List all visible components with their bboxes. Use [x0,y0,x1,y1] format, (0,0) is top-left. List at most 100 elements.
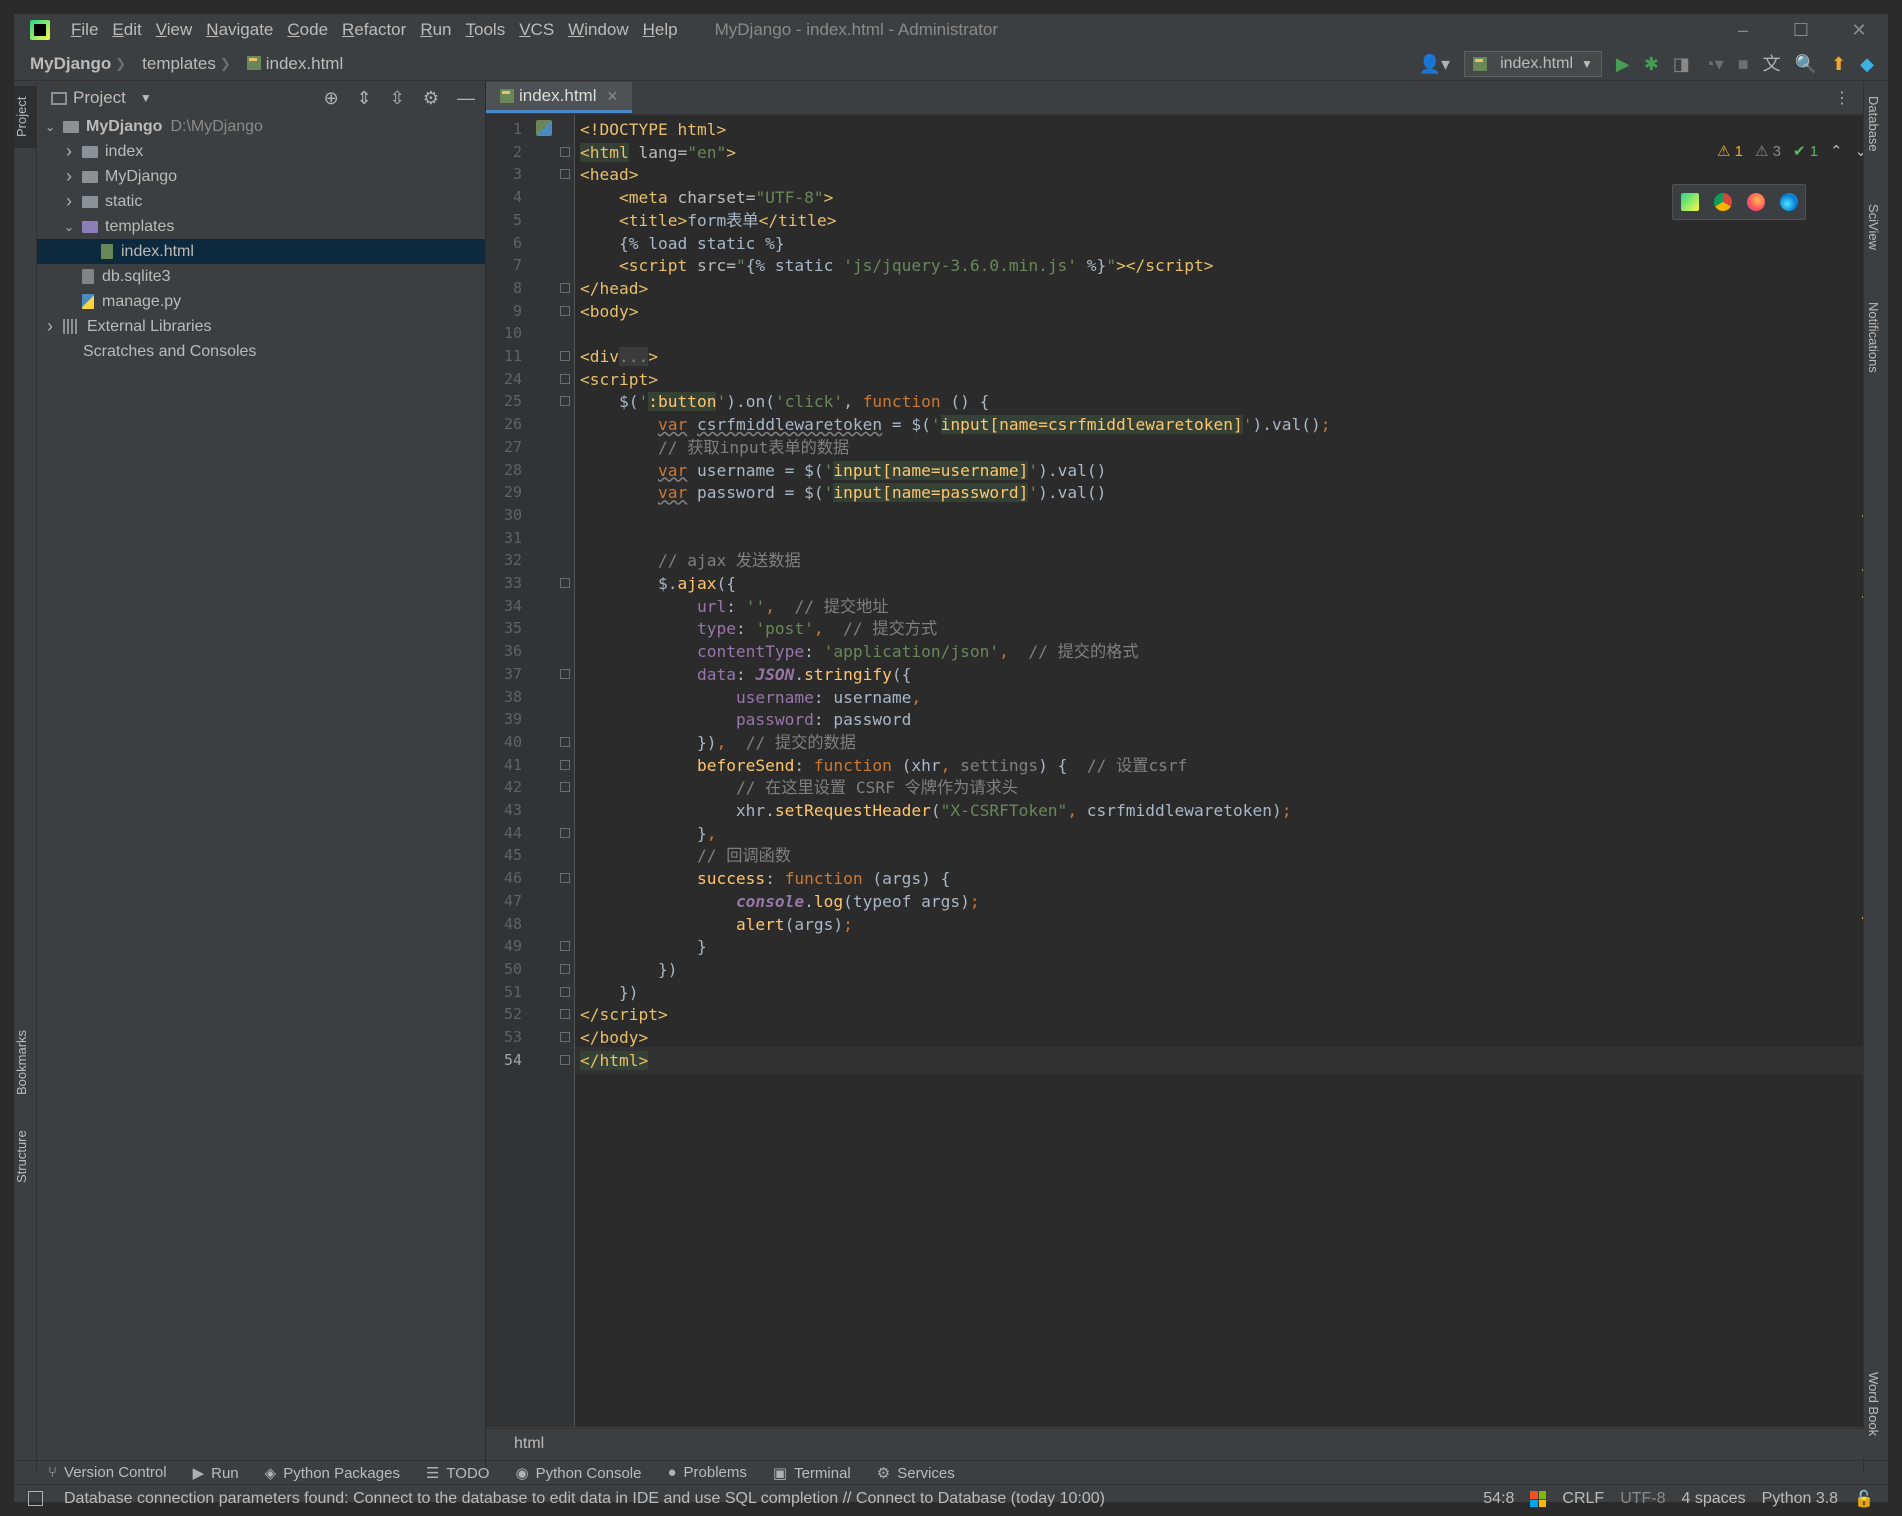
translate-icon[interactable]: 文 [1763,55,1781,73]
fold-marker-icon[interactable] [560,986,570,997]
tool-window-problems[interactable]: ● Problems [667,1464,746,1481]
code-with-me-icon[interactable]: ◆ [1860,55,1874,73]
code-line[interactable]: </html> [580,1047,649,1075]
status-message[interactable]: Database connection parameters found: Co… [64,1490,1105,1508]
tree-item[interactable]: › External Libraries [37,314,485,339]
tree-item[interactable]: ⌄ templates [37,214,485,239]
search-icon[interactable]: 🔍 [1795,55,1817,73]
fold-marker-icon[interactable] [560,169,570,180]
fold-marker-icon[interactable] [560,1032,570,1042]
profile-icon[interactable]: ◔▾ [1704,55,1724,73]
editor-tab-index-html[interactable]: index.html ✕ [486,82,633,113]
tree-item[interactable]: › static [37,189,485,214]
fold-marker-icon[interactable] [560,963,570,974]
close-icon[interactable]: ✕ [1830,14,1888,46]
locate-icon[interactable]: ⊕ [324,88,339,109]
tool-window-terminal[interactable]: ▣ Terminal [773,1464,851,1482]
maximize-icon[interactable]: ☐ [1772,14,1830,46]
debug-icon[interactable]: ✱ [1644,55,1659,73]
fold-marker-icon[interactable] [560,827,570,838]
menu-help[interactable]: Help [636,20,685,40]
editor-breadcrumb-html[interactable]: html [514,1435,544,1452]
chevron-right-icon[interactable]: › [43,316,57,337]
tree-item[interactable]: db.sqlite3 [37,264,485,289]
menu-code[interactable]: Code [280,20,335,40]
run-configuration-select[interactable]: index.html ▼ [1464,51,1602,77]
run-icon[interactable]: ▶ [1616,55,1630,73]
fold-marker-icon[interactable] [560,736,570,747]
fold-marker-icon[interactable] [560,1054,570,1065]
code-line[interactable]: var password = $('input[name=password]')… [580,479,1106,507]
breadcrumb-folder[interactable]: templates [126,54,216,74]
fold-marker-icon[interactable] [560,351,570,361]
fold-marker-icon[interactable] [560,282,570,293]
close-tab-icon[interactable]: ✕ [606,88,618,105]
code-line[interactable]: <body> [580,298,638,326]
project-view-select[interactable]: Project [73,88,126,108]
stop-icon[interactable]: ■ [1738,55,1749,73]
sciview-tool-tab[interactable]: SciView [1866,204,1881,250]
code-line[interactable]: <script src="{% static 'js/jquery-3.6.0.… [580,252,1214,280]
tool-window-python-packages[interactable]: ◈ Python Packages [265,1464,400,1482]
tree-item[interactable]: › MyDjango [37,164,485,189]
tool-window-run[interactable]: ▶ Run [193,1464,239,1482]
code-editor[interactable]: <!DOCTYPE html> <html lang="en"> <head> <m… [575,115,1864,1427]
coverage-icon[interactable]: ◨ [1673,55,1690,73]
breadcrumb-file[interactable]: index.html [231,54,343,74]
inspection-widget[interactable]: ⚠ 1 ⚠ 3 ✔ 1 ⌃ ⌄ [1717,142,1867,160]
tree-item[interactable]: Scratches and Consoles [37,339,485,364]
collapse-all-icon[interactable]: ⇳ [390,88,405,109]
fold-marker-icon[interactable] [560,873,570,884]
project-tool-tab[interactable]: Project [14,86,36,148]
minimize-icon[interactable]: – [1714,14,1772,46]
line-number[interactable]: 54 [488,1047,522,1075]
expand-all-icon[interactable]: ⇕ [357,88,372,109]
menu-vcs[interactable]: VCS [512,20,561,40]
menu-run[interactable]: Run [413,20,458,40]
pycharm-browser-icon[interactable] [1680,193,1699,211]
breadcrumb-project[interactable]: MyDjango [14,54,111,74]
indent-setting[interactable]: 4 spaces [1682,1490,1746,1508]
file-encoding[interactable]: UTF-8 [1620,1490,1665,1508]
menu-window[interactable]: Window [561,20,635,40]
menu-refactor[interactable]: Refactor [335,20,413,40]
fold-marker-icon[interactable] [560,941,570,952]
update-icon[interactable]: ⬆ [1831,55,1846,73]
status-window-icon[interactable] [28,1491,43,1506]
tree-item[interactable]: ⌄ MyDjango D:\MyDjango [37,114,485,139]
fold-marker-icon[interactable] [560,1009,570,1020]
tool-window-version-control[interactable]: ⑂ Version Control [48,1464,167,1481]
chevron-down-icon[interactable]: ▼ [140,91,152,105]
tree-item[interactable]: manage.py [37,289,485,314]
tool-window-todo[interactable]: ☰ TODO [426,1464,490,1482]
menu-navigate[interactable]: Navigate [199,20,280,40]
notifications-tool-tab[interactable]: Notifications [1866,302,1881,373]
fold-marker-icon[interactable] [560,396,570,407]
fold-marker-icon[interactable] [560,578,570,588]
bookmarks-tool-tab[interactable]: Bookmarks [14,1022,36,1102]
chevron-right-icon[interactable]: › [62,166,76,187]
menu-file[interactable]: File [64,20,105,40]
tree-item[interactable]: index.html [37,239,485,264]
lock-icon[interactable]: 🔓 [1854,1489,1874,1509]
chevron-down-icon[interactable]: ⌄ [43,120,57,134]
caret-position[interactable]: 54:8 [1483,1490,1514,1508]
fold-marker-icon[interactable] [560,782,570,793]
menu-tools[interactable]: Tools [459,20,513,40]
tool-window-services[interactable]: ⚙ Services [877,1464,955,1482]
edge-icon[interactable] [1779,193,1798,211]
menu-view[interactable]: View [149,20,200,40]
gear-icon[interactable]: ⚙ [423,88,439,109]
structure-tool-tab[interactable]: Structure [14,1122,36,1192]
fold-marker-icon[interactable] [560,373,570,384]
fold-marker-icon[interactable] [560,305,570,316]
chrome-icon[interactable] [1713,193,1732,211]
html-preview-icon[interactable] [536,120,552,136]
hide-icon[interactable]: — [457,88,475,109]
user-icon[interactable]: 👤▾ [1419,55,1450,73]
chevron-down-icon[interactable]: ⌄ [62,220,76,234]
chevron-right-icon[interactable]: › [62,141,76,162]
menu-edit[interactable]: Edit [105,20,148,40]
chevron-up-icon[interactable]: ⌃ [1830,142,1843,160]
editor-gutter[interactable]: 1 2 3 4 5 6 7 8 9 10 11 24 25 26 27 28 29 30 31 32 33 34 35 36 3… [486,115,575,1427]
